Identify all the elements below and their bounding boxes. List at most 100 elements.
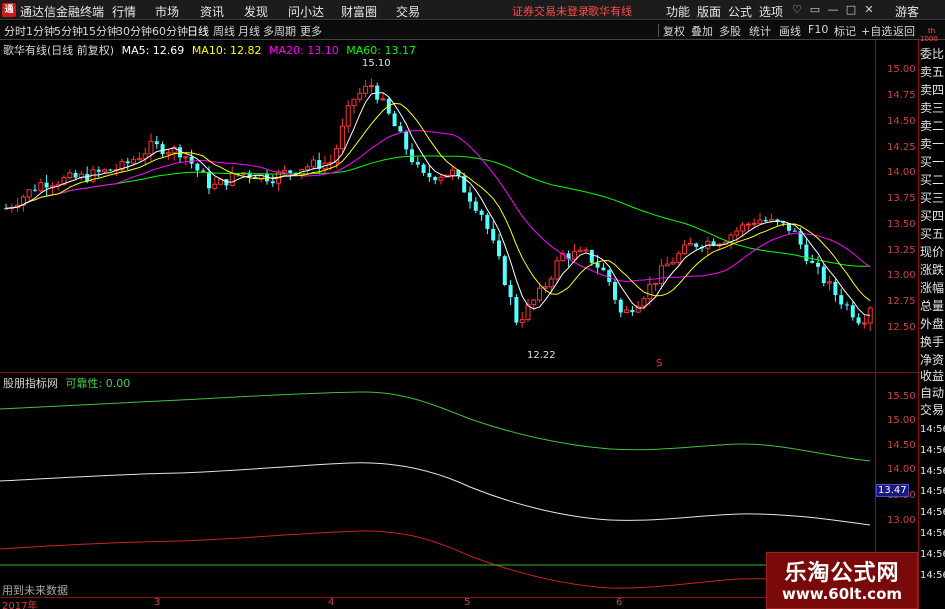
candle-body — [658, 265, 664, 284]
candle-body — [856, 317, 861, 324]
candle-body — [833, 281, 838, 296]
low-price-label: 12.22 — [527, 350, 556, 361]
candle-body — [624, 309, 630, 314]
candle-body — [427, 172, 432, 178]
future-data-note: 用到未来数据 — [2, 584, 68, 597]
period-daily[interactable]: 日线 — [187, 23, 209, 39]
candle-body — [751, 222, 757, 225]
restore-layout-icon[interactable]: ▭ — [808, 2, 822, 18]
close-icon[interactable]: ✕ — [862, 2, 876, 18]
candle-body — [537, 287, 543, 301]
period-more[interactable]: 更多 — [300, 23, 322, 39]
indicator-tick: 15.50 — [887, 391, 916, 402]
mark-button[interactable]: 标记 — [834, 23, 856, 39]
overlay-button[interactable]: 叠加 — [691, 23, 713, 39]
menu-discover[interactable]: 发现 — [244, 3, 268, 20]
side-auto[interactable]: 自动 — [920, 385, 944, 401]
candle-body — [438, 176, 444, 181]
menu-trade[interactable]: 交易 — [396, 3, 420, 20]
quote-side-panel: th 1000 委比 卖五 卖四 卖三 卖二 卖一 买一 买二 买三 买四 买五… — [918, 27, 945, 609]
menu-function[interactable]: 功能 — [666, 3, 690, 20]
period-monthly[interactable]: 月线 — [238, 23, 260, 39]
candle-body — [363, 85, 369, 94]
candle-body — [142, 153, 148, 159]
menu-market[interactable]: 市场 — [155, 3, 179, 20]
candle-body — [160, 144, 165, 155]
indicator-chart[interactable]: 股朋指标网 可靠性: 0.00 用到未来数据 — [0, 373, 875, 598]
period-60min[interactable]: 60分钟 — [152, 23, 188, 39]
period-5min[interactable]: 5分钟 — [54, 23, 83, 39]
side-bid5: 买五 — [920, 227, 945, 241]
price-tick: 14.00 — [887, 167, 916, 178]
candle-body — [554, 260, 560, 280]
candle-body — [73, 172, 78, 178]
menu-quotes[interactable]: 行情 — [112, 3, 136, 20]
candle-body — [398, 126, 403, 132]
candle-body — [816, 262, 820, 267]
minimize-icon[interactable]: — — [826, 2, 840, 18]
kline-chart[interactable]: 歌华有线(日线 前复权) MA5: 12.69 MA10: 12.82 MA20… — [0, 40, 875, 372]
candle-body — [229, 172, 235, 186]
candle-body — [125, 161, 130, 164]
back-button[interactable]: 返回 — [893, 23, 915, 39]
candle-body — [757, 219, 763, 224]
menu-options[interactable]: 选项 — [759, 3, 783, 20]
candle-body — [165, 152, 171, 155]
period-weekly[interactable]: 周线 — [213, 23, 235, 39]
indicator-name[interactable]: 股朋指标网 — [3, 377, 58, 390]
period-15min[interactable]: 15分钟 — [82, 23, 118, 39]
candle-body — [613, 281, 617, 300]
period-30min[interactable]: 30分钟 — [116, 23, 152, 39]
f10-button[interactable]: F10 — [808, 23, 828, 36]
candle-body — [745, 223, 751, 226]
maximize-icon[interactable]: □ — [844, 2, 858, 18]
price-axis-divider — [875, 40, 876, 598]
candle-body — [357, 92, 363, 100]
menu-news[interactable]: 资讯 — [200, 3, 224, 20]
candle-body — [26, 189, 32, 198]
side-trade[interactable]: 交易 — [920, 402, 944, 418]
tick-time: 14:56 — [920, 570, 945, 581]
side-commission-ratio: 委比 — [920, 47, 945, 61]
period-intraday[interactable]: 分时 — [4, 23, 26, 39]
candle-body — [351, 98, 357, 107]
add-favorite-button[interactable]: +自选 — [861, 23, 892, 39]
candle-body — [827, 281, 833, 284]
period-multi[interactable]: 多周期 — [263, 23, 296, 39]
indicator-red-line — [0, 530, 871, 589]
period-1min[interactable]: 1分钟 — [26, 23, 55, 39]
statistics-button[interactable]: 统计 — [749, 23, 771, 39]
guest-label[interactable]: 游客 — [895, 3, 919, 20]
title-menu-bar: 通 通达信金融终端 行情 市场 资讯 发现 问小达 财富圈 交易 证券交易未登录… — [0, 0, 945, 20]
candle-body — [485, 214, 490, 229]
candle-body — [514, 297, 519, 323]
candle-body — [136, 157, 142, 161]
side-bid2: 买二 — [920, 173, 945, 187]
price-tick: 13.25 — [887, 245, 916, 256]
stock-name-title: 歌华有线 — [588, 5, 632, 18]
candle-body — [67, 172, 73, 179]
indicator-svg — [0, 391, 871, 589]
login-warning[interactable]: 证券交易未登录 — [512, 3, 589, 19]
candle-body — [433, 177, 438, 181]
menu-layout[interactable]: 版面 — [697, 3, 721, 20]
kline-svg — [4, 78, 873, 331]
candle-body — [839, 295, 844, 305]
candle-body — [740, 224, 746, 232]
watermark-banner: 乐淘公式网 www.60lt.com — [766, 552, 918, 609]
menu-wealth-circle[interactable]: 财富圈 — [341, 3, 377, 20]
multi-stock-button[interactable]: 多股 — [719, 23, 741, 39]
candle-body — [641, 298, 647, 307]
draw-line-button[interactable]: 画线 — [779, 23, 801, 39]
adjust-button[interactable]: 复权 — [663, 23, 685, 39]
candle-body — [450, 169, 456, 176]
favorite-icon[interactable]: ♡ — [790, 2, 804, 18]
candle-body — [519, 319, 525, 324]
tick-time: 14:56 — [920, 424, 945, 435]
menu-ask-xiaoda[interactable]: 问小达 — [288, 3, 324, 20]
time-tick: 3 — [154, 597, 161, 608]
candle-body — [96, 169, 101, 172]
candle-body — [44, 182, 49, 188]
indicator-tick: 14.00 — [887, 464, 916, 475]
menu-formula[interactable]: 公式 — [728, 3, 752, 20]
